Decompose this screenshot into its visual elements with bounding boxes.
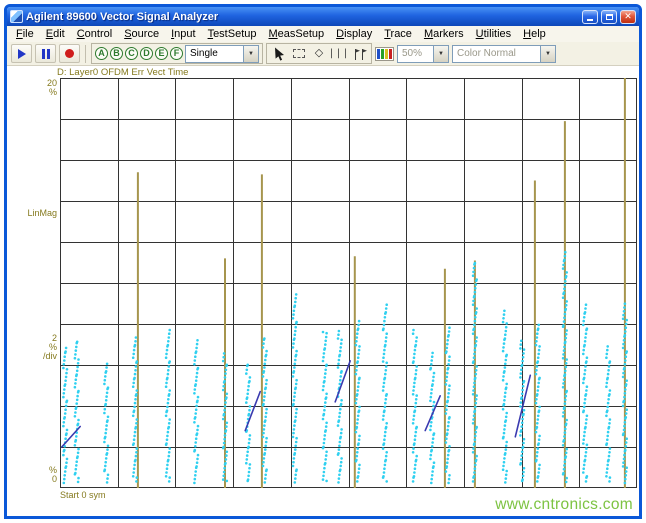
menu-bar: File Edit Control Source Input TestSetup MeasS… (7, 26, 639, 42)
maximize-icon (605, 13, 613, 20)
menu-file[interactable]: File (10, 27, 40, 41)
trace-letter-buttons: ABCDEF (95, 47, 183, 60)
select-cursor-tool[interactable] (270, 45, 288, 62)
marker-tools-group: ◇ ||| (266, 43, 372, 64)
trace-button-a[interactable]: A (95, 47, 108, 60)
watermark: www.cntronics.com (495, 496, 633, 513)
color-palette-icon[interactable] (375, 46, 394, 61)
record-button[interactable] (59, 44, 80, 63)
menu-help[interactable]: Help (517, 27, 552, 41)
marker-flags-icon (354, 48, 367, 60)
minimize-button[interactable] (582, 9, 598, 24)
menu-edit[interactable]: Edit (40, 27, 71, 41)
sweep-mode-dropdown[interactable]: Single ▼ (185, 44, 259, 63)
y-axis-scale-label: LinMag (27, 208, 57, 218)
menu-input[interactable]: Input (165, 27, 201, 41)
diamond-marker-icon: ◇ (314, 47, 324, 59)
trace-select-group: ABCDEF Single ▼ (91, 43, 263, 64)
chart-area[interactable] (60, 78, 637, 488)
marker-flags-tool[interactable] (350, 45, 368, 62)
menu-meassetup[interactable]: MeasSetup (262, 27, 330, 41)
trace-title: D: Layer0 OFDM Err Vect Time (57, 67, 189, 78)
pause-icon (41, 48, 50, 59)
zoom-dropdown[interactable]: 50% ▼ (397, 44, 449, 63)
chevron-down-icon[interactable]: ▼ (433, 45, 448, 62)
band-markers-tool[interactable]: ||| (328, 45, 350, 62)
menu-display[interactable]: Display (330, 27, 378, 41)
y-axis-min-label: 0 (51, 474, 57, 484)
app-window: Agilent 89600 Vector Signal Analyzer ✕ F… (4, 4, 642, 519)
x-axis-start-label: Start 0 sym (60, 490, 106, 500)
trace-button-f[interactable]: F (170, 47, 183, 60)
trace-button-c[interactable]: C (125, 47, 138, 60)
selection-rect-icon (293, 49, 305, 58)
menu-testsetup[interactable]: TestSetup (202, 27, 263, 41)
cursor-arrow-icon (274, 47, 284, 61)
play-icon (17, 48, 26, 59)
toolbar: ABCDEF Single ▼ ◇ ||| 50% ▼ Color Normal… (7, 42, 639, 66)
close-button[interactable]: ✕ (620, 9, 636, 24)
app-icon (10, 10, 23, 23)
play-button[interactable] (11, 44, 32, 63)
menu-source[interactable]: Source (118, 27, 165, 41)
menu-utilities[interactable]: Utilities (470, 27, 517, 41)
trace-button-b[interactable]: B (110, 47, 123, 60)
menu-control[interactable]: Control (71, 27, 118, 41)
menu-markers[interactable]: Markers (418, 27, 470, 41)
screen: Agilent 89600 Vector Signal Analyzer ✕ F… (0, 0, 646, 523)
pause-button[interactable] (35, 44, 56, 63)
chevron-down-icon[interactable]: ▼ (540, 45, 555, 62)
maximize-button[interactable] (601, 9, 617, 24)
display-area: D: Layer0 OFDM Err Vect Time 20 % LinMag… (7, 66, 639, 516)
y-axis-perdiv-suffix: /div (42, 351, 57, 361)
color-mode-value: Color Normal (457, 48, 516, 59)
chevron-down-icon[interactable]: ▼ (243, 45, 258, 62)
sweep-mode-value: Single (190, 48, 218, 59)
zoom-select-tool[interactable] (290, 45, 308, 62)
record-icon (65, 49, 74, 58)
zoom-value: 50% (402, 48, 423, 59)
color-mode-dropdown[interactable]: Color Normal ▼ (452, 44, 556, 63)
y-axis-max-unit: % (48, 87, 57, 97)
minimize-icon (587, 18, 593, 21)
menu-trace[interactable]: Trace (378, 27, 418, 41)
band-bars-icon: ||| (328, 48, 350, 59)
trace-button-d[interactable]: D (140, 47, 153, 60)
chart-wrap (60, 78, 637, 488)
title-bar[interactable]: Agilent 89600 Vector Signal Analyzer ✕ (7, 7, 639, 26)
toolbar-separator (85, 44, 86, 63)
window-title: Agilent 89600 Vector Signal Analyzer (26, 10, 219, 23)
trace-button-e[interactable]: E (155, 47, 168, 60)
marker-diamond-tool[interactable]: ◇ (310, 45, 328, 62)
